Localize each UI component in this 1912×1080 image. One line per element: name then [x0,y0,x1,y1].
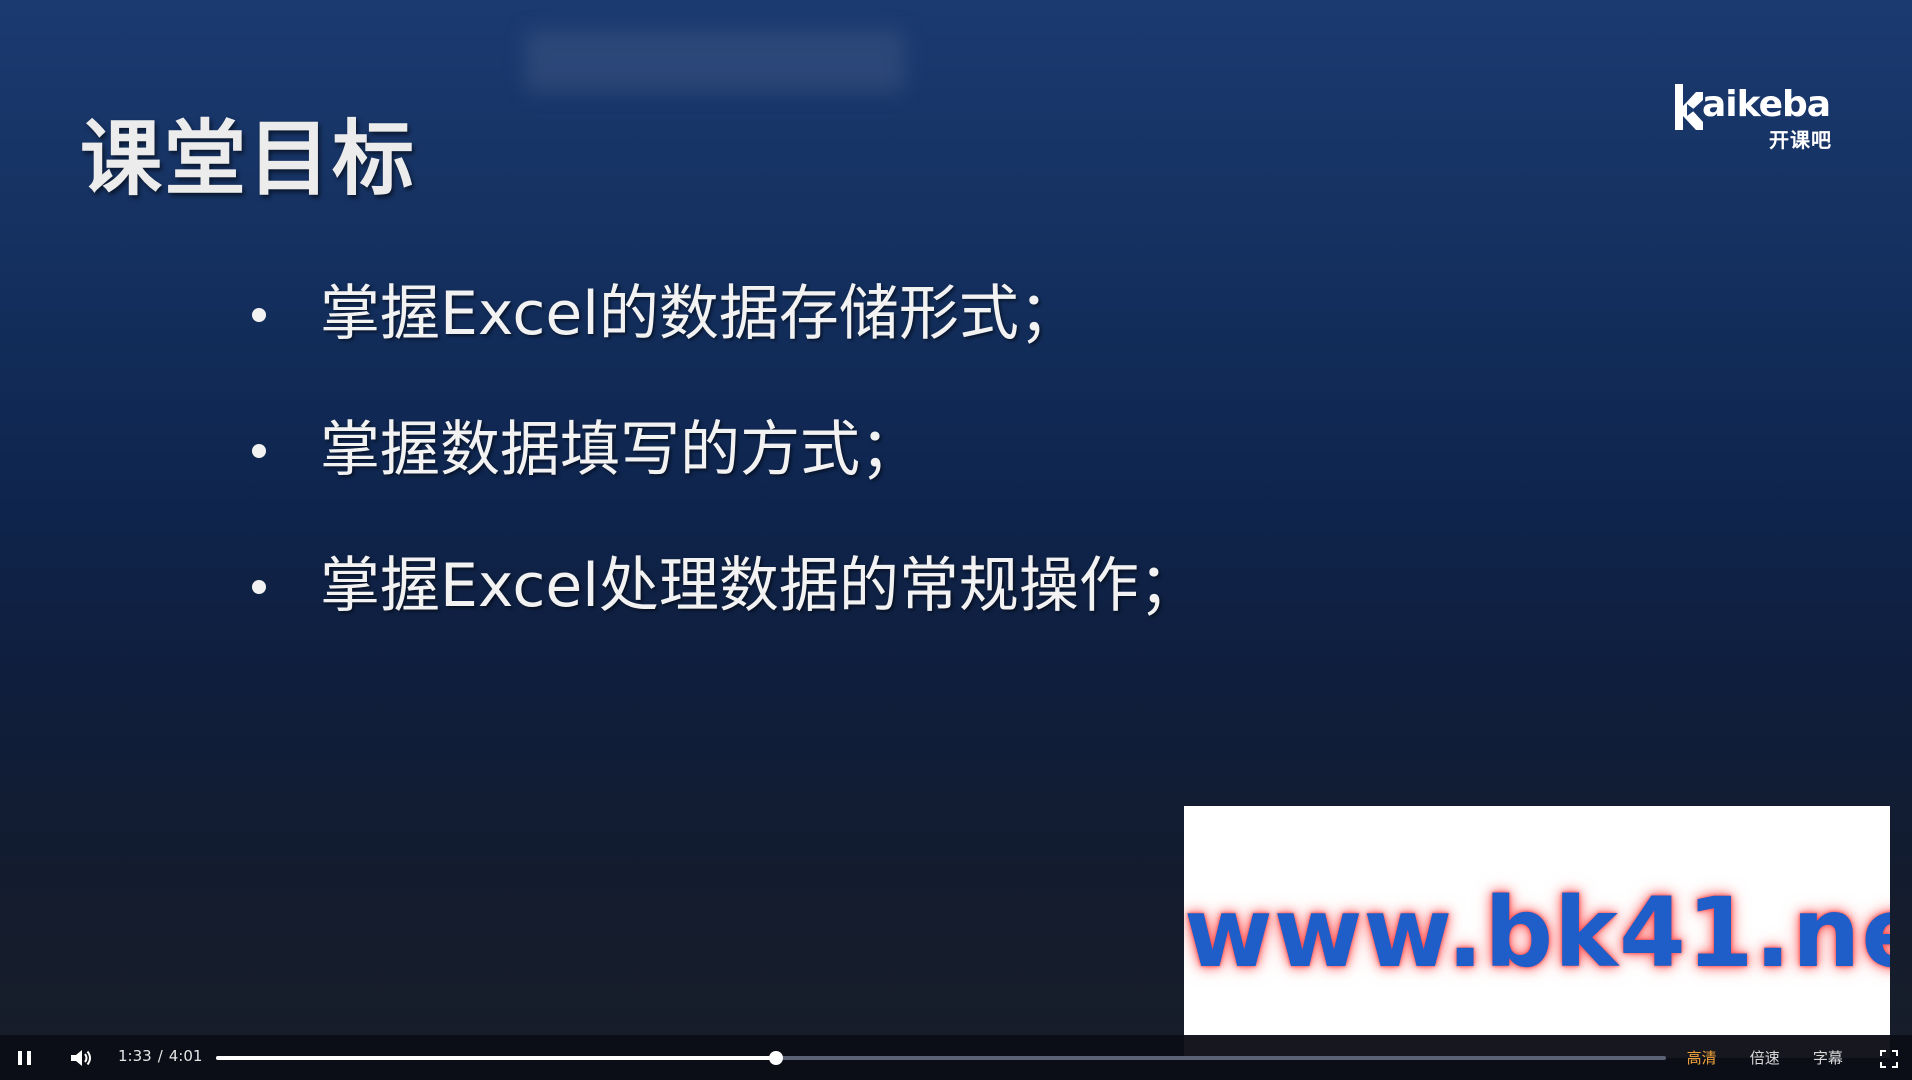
bullet-list: 掌握Excel的数据存储形式； 掌握数据填写的方式； 掌握Excel处理数据的常… [248,280,1199,688]
watermark-overlay: www.bk41.net [1184,806,1890,1058]
kaikeba-logo: aikeba 开课吧 [1672,82,1832,152]
video-player[interactable]: 课堂目标 aikeba 开课吧 掌握Excel的数据存储形式； 掌握数据填写的方… [0,0,1912,1080]
volume-icon[interactable] [68,1045,94,1071]
logo-mark-icon [1675,84,1703,130]
speed-button[interactable]: 倍速 [1750,1047,1780,1068]
duration: 4:01 [168,1047,203,1065]
current-time: 1:33 [118,1047,152,1065]
logo-wordmark: aikeba [1702,84,1831,125]
fullscreen-icon[interactable] [1880,1049,1898,1068]
quality-button[interactable]: 高清 [1687,1047,1717,1068]
logo-chinese: 开课吧 [1769,128,1832,152]
pause-icon[interactable] [12,1045,38,1071]
bullet-item: 掌握Excel的数据存储形式； [248,280,1199,348]
bullet-item: 掌握Excel处理数据的常规操作； [248,552,1199,620]
player-control-bar: 1:33 / 4:01 高清 倍速 字幕 [0,1035,1912,1080]
blurred-header [525,30,905,92]
bullet-text: 掌握Excel处理数据的常规操作； [320,551,1199,621]
bullet-dot-icon [252,308,266,322]
bullet-dot-icon [252,444,266,458]
time-separator: / [157,1047,163,1065]
bullet-text: 掌握Excel的数据存储形式； [320,279,1079,349]
bullet-dot-icon [252,580,266,594]
time-display: 1:33 / 4:01 [118,1047,202,1065]
bullet-item: 掌握数据填写的方式； [248,416,1199,484]
watermark-text: www.bk41.net [1184,877,1890,989]
progress-bar[interactable] [216,1051,1666,1065]
right-controls: 高清 倍速 字幕 [1659,1047,1898,1069]
progress-handle[interactable] [768,1051,783,1065]
subtitles-button[interactable]: 字幕 [1813,1047,1843,1068]
bullet-text: 掌握数据填写的方式； [320,415,920,485]
progress-fill [216,1056,776,1060]
slide-title: 课堂目标 [80,112,417,207]
